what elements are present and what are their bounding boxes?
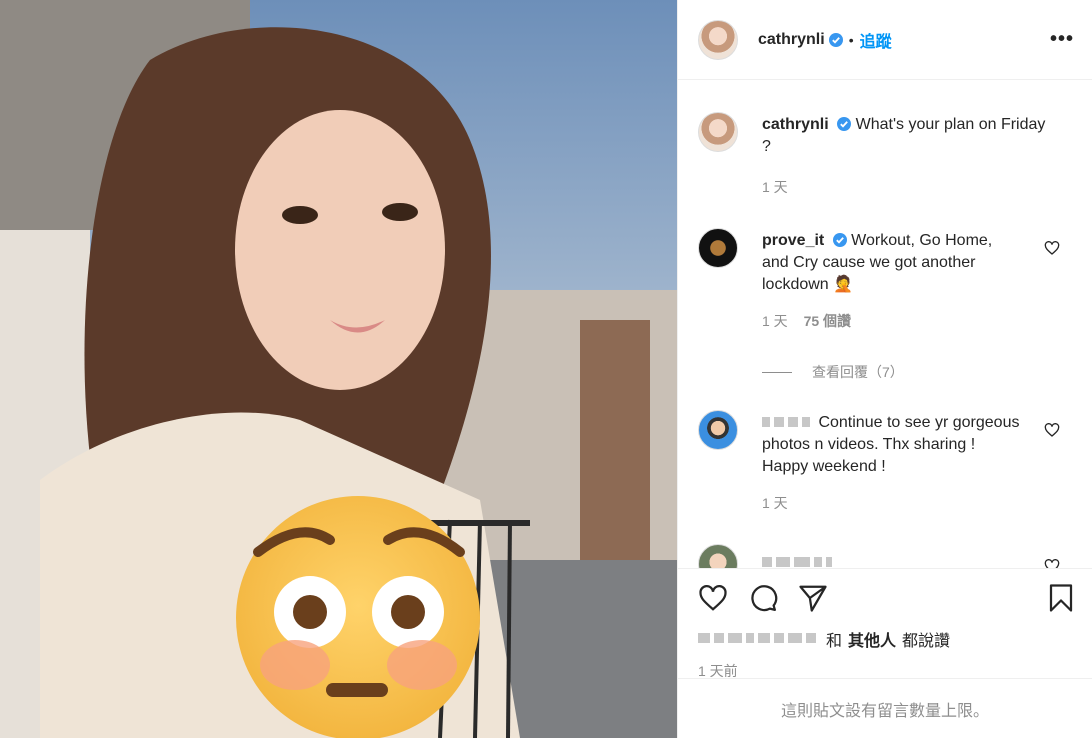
view-replies-button[interactable]: 查看回覆（7） bbox=[762, 362, 1076, 382]
replies-divider bbox=[762, 371, 792, 373]
redacted-username bbox=[762, 414, 818, 431]
comment-item: Continue to see yr gorgeous photos n vid… bbox=[698, 410, 1076, 514]
flushed-emoji-icon bbox=[236, 496, 480, 738]
bookmark-icon[interactable] bbox=[1046, 583, 1076, 613]
redacted-username bbox=[762, 554, 836, 568]
view-replies-label[interactable]: 查看回覆（7） bbox=[812, 362, 904, 382]
post-header: cathrynli • 追蹤 ••• bbox=[678, 0, 1092, 80]
post-actions: 和 其他人 都說讚 1 天前 bbox=[678, 568, 1092, 679]
header-username[interactable]: cathrynli bbox=[758, 31, 825, 49]
comment-username[interactable]: prove_it bbox=[762, 232, 824, 249]
comment-item: prove_it Workout, Go Home, and Cry cause… bbox=[698, 228, 1076, 332]
comment-item bbox=[698, 544, 1076, 568]
like-heart-icon[interactable] bbox=[698, 583, 728, 613]
likes-connector: 和 bbox=[826, 633, 843, 650]
avatar[interactable] bbox=[698, 112, 738, 152]
comment-icon[interactable] bbox=[748, 583, 778, 613]
comment-time: 1 天 bbox=[762, 495, 788, 511]
avatar[interactable] bbox=[698, 19, 738, 60]
avatar[interactable] bbox=[698, 544, 738, 568]
post-photo[interactable] bbox=[0, 0, 677, 738]
comments-list: cathrynli What's your plan on Friday ? 1… bbox=[678, 80, 1092, 568]
post-panel: cathrynli • 追蹤 ••• cathrynli What's your… bbox=[677, 0, 1092, 738]
likes-others[interactable]: 其他人 bbox=[848, 627, 896, 651]
caption-username[interactable]: cathrynli bbox=[762, 116, 829, 133]
avatar[interactable] bbox=[698, 228, 738, 268]
more-options-icon[interactable]: ••• bbox=[1050, 28, 1074, 51]
share-icon[interactable] bbox=[798, 583, 828, 613]
heart-icon[interactable] bbox=[1044, 240, 1060, 256]
heart-icon[interactable] bbox=[1044, 422, 1060, 438]
heart-icon[interactable] bbox=[1044, 558, 1060, 568]
avatar[interactable] bbox=[698, 410, 738, 450]
caption-time: 1 天 bbox=[762, 179, 788, 195]
likes-suffix: 都說讚 bbox=[902, 633, 951, 650]
verified-badge-icon bbox=[837, 117, 852, 131]
verified-badge-icon bbox=[828, 32, 843, 47]
verified-badge-icon bbox=[832, 233, 847, 247]
comment-time: 1 天 bbox=[762, 313, 788, 329]
separator-dot: • bbox=[848, 31, 854, 48]
comments-limited-notice: 這則貼文設有留言數量上限。 bbox=[678, 678, 1092, 738]
caption: cathrynli What's your plan on Friday ? 1… bbox=[698, 112, 1076, 198]
comment-likes[interactable]: 75 個讚 bbox=[804, 313, 851, 329]
follow-button[interactable]: 追蹤 bbox=[860, 28, 892, 52]
likes-summary[interactable]: 和 其他人 都說讚 bbox=[698, 627, 1076, 651]
comment-meta: 1 天 75 個讚 bbox=[762, 310, 1022, 332]
redacted-likers bbox=[698, 630, 820, 648]
